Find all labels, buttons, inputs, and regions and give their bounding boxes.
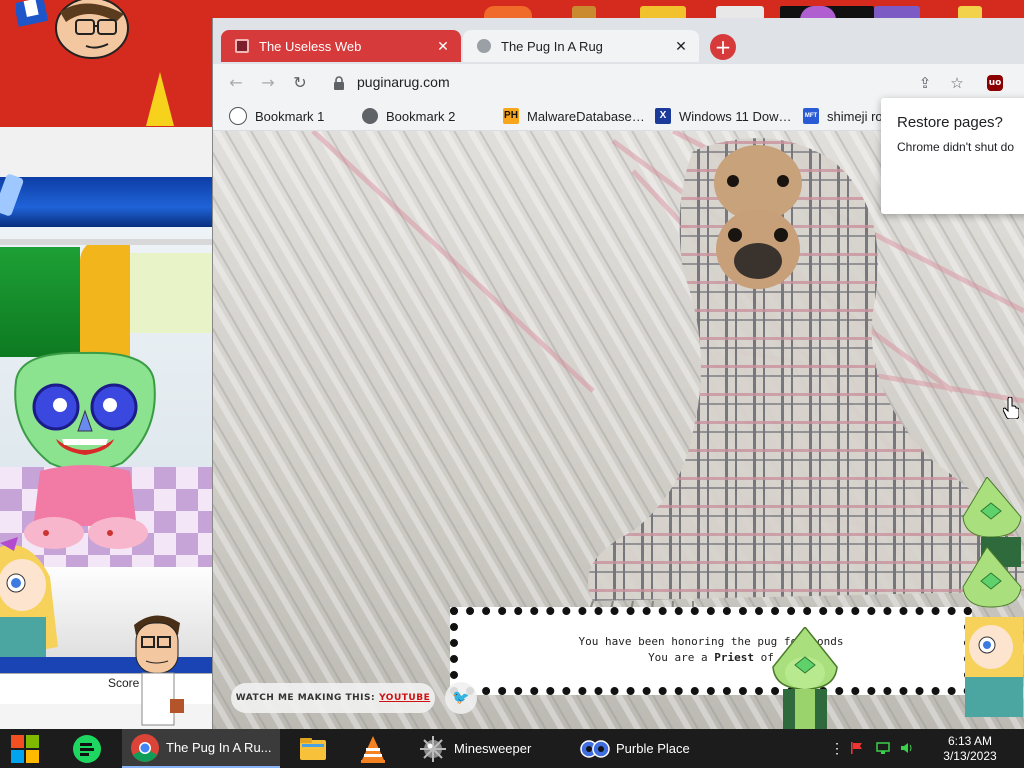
twitter-bird-icon[interactable]: 🐦 — [445, 682, 477, 714]
share-icon[interactable]: ⇪ — [915, 73, 935, 93]
vlc-icon — [361, 735, 385, 763]
star-butterfly-shimeji[interactable] — [0, 537, 62, 667]
globe-favicon-icon — [477, 39, 491, 53]
taskbar-minesweeper[interactable]: Minesweeper — [408, 729, 566, 768]
restore-body: Chrome didn't shut do — [897, 140, 1015, 154]
ghost-icon — [229, 107, 247, 125]
taskbar-chrome[interactable]: The Pug In A Ru... — [122, 729, 280, 768]
taskbar-vlc[interactable] — [348, 729, 400, 768]
game-header — [0, 127, 212, 177]
file-explorer-icon — [300, 737, 326, 760]
watch-me-pill: WATCH ME MAKING THIS: YOUTUBE — [231, 683, 435, 713]
rail — [0, 239, 212, 245]
restore-pages-popup[interactable]: Restore pages? Chrome didn't shut do — [881, 98, 1024, 214]
tab-useless-web[interactable]: The Useless Web ✕ — [221, 30, 461, 62]
tab-pug-in-a-rug[interactable]: The Pug In A Rug ✕ — [463, 30, 699, 62]
game-blue-banner — [0, 177, 212, 227]
taskbar-label: Minesweeper — [454, 741, 532, 756]
hank-hill-shimeji[interactable] — [13, 0, 134, 62]
mft-icon: MFT — [803, 108, 819, 124]
purble-character[interactable] — [10, 351, 160, 551]
mine-icon — [420, 735, 446, 762]
volume-icon[interactable] — [900, 741, 914, 755]
bookmark-item[interactable]: PH MalwareDatabase… — [503, 106, 645, 126]
taskbar: The Pug In A Ru... Minesweeper Purble Pl… — [0, 729, 1024, 768]
green-curtain — [0, 247, 80, 357]
back-arrow-icon[interactable]: ← — [225, 72, 247, 94]
desktop: Score The Useless Web ✕ The Pug In A Rug… — [0, 0, 1024, 768]
yellow-arch — [80, 239, 130, 359]
browser-toolbar: ← → ↻ puginarug.com ⇪ ☆ uo — [213, 64, 1024, 102]
network-icon[interactable] — [876, 741, 890, 755]
useless-web-favicon-icon — [235, 39, 249, 53]
globe-icon — [362, 108, 378, 124]
show-more-icon[interactable]: ⋮ — [830, 741, 844, 755]
new-tab-button[interactable]: + — [710, 34, 736, 60]
bookmark-label: Windows 11 Dow… — [679, 108, 792, 124]
lock-icon[interactable] — [333, 76, 345, 90]
youtube-link[interactable]: YOUTUBE — [379, 693, 430, 703]
honor-line-2: You are a Priest of — [458, 651, 964, 664]
taskbar-label: The Pug In A Ru... — [166, 740, 272, 755]
close-tab-icon[interactable]: ✕ — [435, 38, 451, 54]
start-button[interactable] — [0, 729, 54, 768]
windows-start-icon — [11, 734, 39, 763]
watch-label: WATCH ME MAKING THIS: — [235, 693, 376, 703]
chrome-icon — [131, 733, 159, 762]
url-text[interactable]: puginarug.com — [357, 74, 450, 90]
taskbar-label: Purble Place — [616, 741, 690, 756]
bookmark-item[interactable]: Bookmark 1 — [229, 106, 324, 126]
bookmark-item[interactable]: Bookmark 2 — [362, 106, 455, 126]
honor-prefix: You are a — [648, 651, 715, 664]
hank-hill-standing-shimeji[interactable] — [128, 611, 186, 729]
bookmark-star-icon[interactable]: ☆ — [947, 73, 967, 93]
x-icon: X — [655, 108, 671, 124]
tab-title: The Pug In A Rug — [501, 38, 603, 54]
close-tab-icon[interactable]: ✕ — [673, 38, 689, 54]
clock-time: 6:13 AM — [947, 734, 993, 748]
taskbar-file-explorer[interactable] — [288, 729, 340, 768]
taskbar-app-green[interactable] — [62, 729, 114, 768]
honor-counter-box: You have been honoring the pug fo econds… — [450, 607, 972, 695]
honor-rank: Priest — [714, 651, 755, 664]
honor-line-1: You have been honoring the pug fo econds — [578, 635, 844, 648]
hand-cursor-icon — [1003, 397, 1019, 419]
bookmark-label: Bookmark 1 — [255, 108, 325, 124]
system-clock[interactable]: 6:13 AM 3/13/2023 — [930, 734, 1010, 764]
bookmark-label: MalwareDatabase… — [527, 108, 645, 124]
window-panel — [130, 253, 212, 333]
yellow-triangle-decoration — [146, 72, 174, 126]
peridot-and-star-shimejis[interactable] — [961, 477, 1024, 729]
green-app-icon — [73, 734, 101, 763]
red-flag-icon[interactable] — [850, 741, 864, 755]
reload-icon[interactable]: ↻ — [289, 72, 311, 94]
eyes-icon — [580, 739, 610, 758]
restore-title: Restore pages? — [897, 114, 1003, 131]
desktop-top-icons — [470, 0, 1024, 20]
tab-title: The Useless Web — [259, 38, 362, 54]
ph-icon: PH — [503, 108, 519, 124]
bookmark-label: Bookmark 2 — [386, 108, 456, 124]
ublock-origin-icon[interactable]: uo — [987, 75, 1003, 91]
tab-strip: The Useless Web ✕ The Pug In A Rug ✕ + — [213, 18, 1024, 64]
taskbar-purble-place[interactable]: Purble Place — [570, 729, 728, 768]
chrome-window[interactable]: The Useless Web ✕ The Pug In A Rug ✕ + ←… — [213, 18, 1024, 729]
peridot-shimeji[interactable] — [765, 627, 845, 729]
bookmark-item[interactable]: X Windows 11 Dow… — [655, 106, 791, 126]
clock-date: 3/13/2023 — [943, 749, 997, 763]
page-content: You have been honoring the pug fo econds… — [213, 131, 1024, 729]
forward-arrow-icon[interactable]: → — [257, 72, 279, 94]
purble-place-window[interactable]: Score — [0, 127, 212, 729]
